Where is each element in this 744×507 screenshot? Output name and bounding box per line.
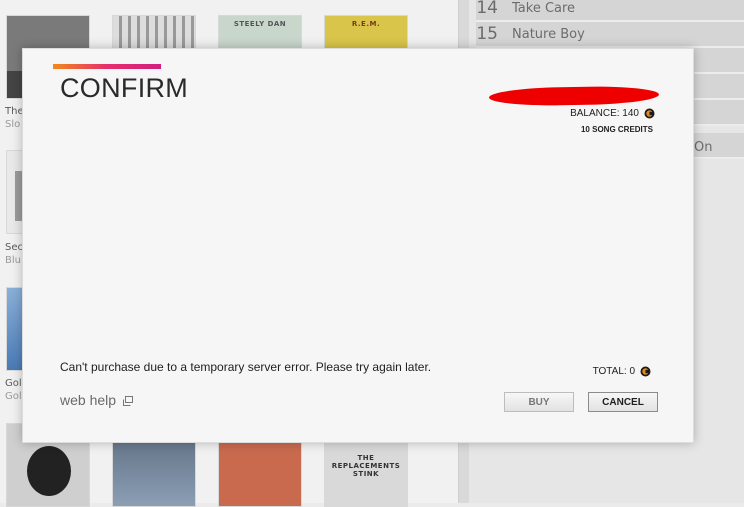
track-number: 14 bbox=[476, 0, 498, 18]
confirm-dialog: CONFIRM BALANCE: 140 10 SONG CREDITS Can… bbox=[22, 48, 694, 443]
album-artist: Slo bbox=[5, 119, 21, 130]
album-title: Gol bbox=[5, 378, 22, 389]
track-row[interactable]: 15 Nature Boy bbox=[476, 22, 744, 48]
track-title: Nature Boy bbox=[512, 26, 585, 42]
track-title: Take Care bbox=[512, 0, 576, 16]
buy-button[interactable]: BUY bbox=[504, 392, 574, 412]
total-label: TOTAL: 0 bbox=[592, 366, 635, 377]
album-artist: Blu bbox=[5, 255, 21, 266]
web-help-link[interactable]: web help bbox=[60, 392, 134, 408]
coin-icon bbox=[640, 366, 651, 377]
redaction-mark bbox=[488, 85, 660, 107]
track-title-partial: On bbox=[694, 140, 713, 155]
web-help-label: web help bbox=[60, 392, 117, 408]
album-art-text: THE REPLACEMENTS STINK bbox=[331, 454, 401, 478]
external-link-icon bbox=[122, 394, 134, 406]
coin-icon bbox=[644, 108, 655, 119]
error-message: Can't purchase due to a temporary server… bbox=[60, 360, 432, 374]
cancel-button[interactable]: CANCEL bbox=[588, 392, 658, 412]
track-number: 15 bbox=[476, 24, 498, 44]
balance-label: BALANCE: 140 bbox=[570, 108, 639, 119]
album-title: Sec bbox=[5, 242, 23, 253]
dialog-title: CONFIRM bbox=[60, 73, 189, 103]
total: TOTAL: 0 bbox=[593, 366, 651, 377]
song-credits: 10 SONG CREDITS bbox=[580, 125, 653, 134]
balance: BALANCE: 140 bbox=[570, 108, 655, 119]
album-title: The bbox=[5, 106, 24, 117]
track-row[interactable]: 14 Take Care bbox=[476, 0, 744, 22]
album-art-text: R.E.M. bbox=[351, 20, 381, 28]
album-art-text: STEELY DAN bbox=[233, 20, 287, 28]
accent-bar bbox=[53, 64, 161, 69]
album-artist: Gol bbox=[5, 391, 22, 402]
